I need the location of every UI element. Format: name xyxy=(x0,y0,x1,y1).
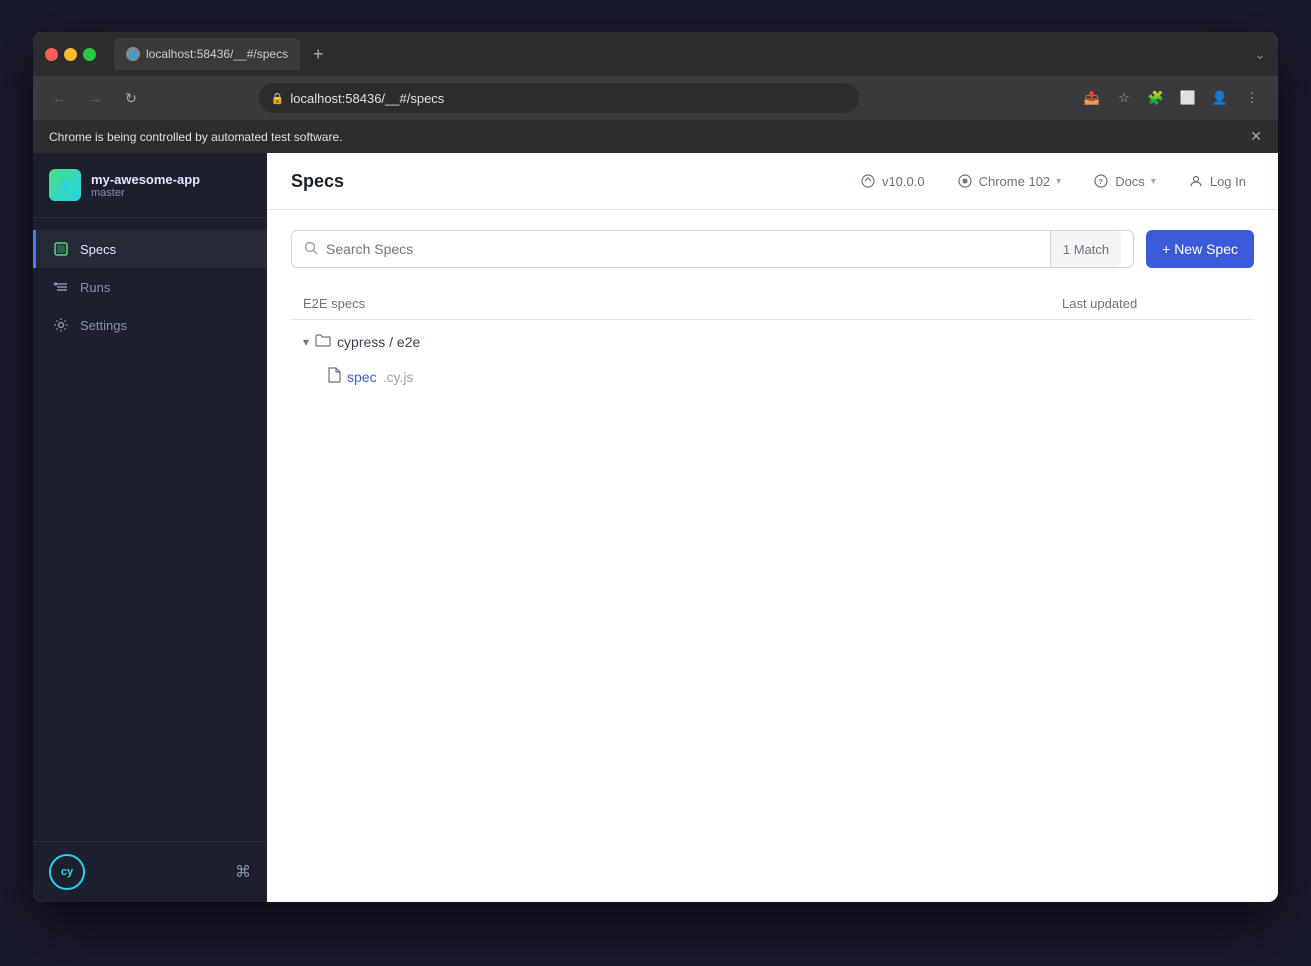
active-tab[interactable]: 🌐 localhost:58436/__#/specs xyxy=(114,38,300,70)
page-title: Specs xyxy=(291,171,344,192)
docs-button[interactable]: ? Docs ▾ xyxy=(1085,169,1164,193)
sidebar-item-settings[interactable]: Settings xyxy=(33,306,267,344)
match-badge: 1 Match xyxy=(1050,231,1121,267)
specs-content: 1 Match + New Spec E2E specs Last update… xyxy=(267,210,1278,902)
app-name-block: my-awesome-app master xyxy=(91,172,200,199)
sidebar-nav: Specs Runs xyxy=(33,218,267,841)
app-name: my-awesome-app xyxy=(91,172,200,187)
minimize-button[interactable] xyxy=(64,48,77,61)
automation-banner: Chrome is being controlled by automated … xyxy=(33,120,1278,153)
search-bar[interactable]: 1 Match xyxy=(291,230,1134,268)
upload-icon[interactable]: 📤 xyxy=(1078,84,1106,112)
automation-banner-text: Chrome is being controlled by automated … xyxy=(49,130,342,144)
app-content: my-awesome-app master Specs xyxy=(33,153,1278,902)
profile-icon[interactable]: 👤 xyxy=(1206,84,1234,112)
close-button[interactable] xyxy=(45,48,58,61)
split-screen-icon[interactable]: ⬜ xyxy=(1174,84,1202,112)
address-text: localhost:58436/__#/specs xyxy=(290,91,444,106)
settings-label: Settings xyxy=(80,318,127,333)
login-icon xyxy=(1188,173,1204,189)
browser-button[interactable]: Chrome 102 ▾ xyxy=(949,169,1070,193)
tab-favicon: 🌐 xyxy=(126,47,140,61)
sidebar-footer: cy ⌘ xyxy=(33,841,267,902)
runs-icon xyxy=(52,278,70,296)
tab-label: localhost:58436/__#/specs xyxy=(146,47,288,61)
sidebar-app-header: my-awesome-app master xyxy=(33,153,267,218)
runs-label: Runs xyxy=(80,280,110,295)
bookmark-icon[interactable]: ☆ xyxy=(1110,84,1138,112)
main-panel: Specs v10.0.0 xyxy=(267,153,1278,902)
traffic-lights xyxy=(45,48,96,61)
header-actions: v10.0.0 Chrome 102 ▾ xyxy=(852,169,1254,193)
svg-text:?: ? xyxy=(1099,179,1103,186)
sidebar-item-runs[interactable]: Runs xyxy=(33,268,267,306)
main-header: Specs v10.0.0 xyxy=(267,153,1278,210)
specs-label: Specs xyxy=(80,242,116,257)
spec-file-row[interactable]: spec .cy.js xyxy=(291,359,1254,394)
address-bar[interactable]: 🔒 localhost:58436/__#/specs xyxy=(259,83,859,113)
browser-toolbar: ← → ↻ 🔒 localhost:58436/__#/specs 📤 ☆ 🧩 … xyxy=(33,76,1278,120)
settings-icon xyxy=(52,316,70,334)
docs-icon: ? xyxy=(1093,173,1109,189)
col-last-updated: Last updated xyxy=(1062,296,1242,311)
col-e2e-specs: E2E specs xyxy=(303,296,1062,311)
reload-button[interactable]: ↻ xyxy=(117,84,145,112)
file-icon xyxy=(327,367,341,386)
search-icon xyxy=(304,241,318,258)
app-icon xyxy=(49,169,81,201)
chevron-down-icon: ▾ xyxy=(303,335,309,349)
close-icon[interactable]: ✕ xyxy=(1250,128,1262,145)
login-button[interactable]: Log In xyxy=(1180,169,1254,193)
search-bar-row: 1 Match + New Spec xyxy=(291,230,1254,268)
lock-icon: 🔒 xyxy=(271,92,285,105)
version-button[interactable]: v10.0.0 xyxy=(852,169,933,193)
search-input[interactable] xyxy=(326,241,1042,257)
tab-bar: 🌐 localhost:58436/__#/specs + xyxy=(114,38,1246,70)
sidebar-item-specs[interactable]: Specs xyxy=(33,230,267,268)
browser-icon xyxy=(957,173,973,189)
toolbar-actions: 📤 ☆ 🧩 ⬜ 👤 ⋮ xyxy=(1078,84,1266,112)
menu-icon[interactable]: ⋮ xyxy=(1238,84,1266,112)
maximize-button[interactable] xyxy=(83,48,96,61)
browser-label: Chrome 102 xyxy=(979,174,1051,189)
version-label: v10.0.0 xyxy=(882,174,925,189)
docs-label: Docs xyxy=(1115,174,1145,189)
folder-name: cypress / e2e xyxy=(337,334,420,350)
spec-extension: .cy.js xyxy=(383,369,414,385)
specs-icon xyxy=(52,240,70,258)
folder-row[interactable]: ▾ cypress / e2e xyxy=(291,324,1254,359)
sidebar: my-awesome-app master Specs xyxy=(33,153,267,902)
browser-titlebar: 🌐 localhost:58436/__#/specs + ⌄ xyxy=(33,32,1278,76)
specs-table-header: E2E specs Last updated xyxy=(291,288,1254,320)
login-label: Log In xyxy=(1210,174,1246,189)
spec-name: spec xyxy=(347,369,377,385)
extensions-icon[interactable]: 🧩 xyxy=(1142,84,1170,112)
docs-chevron-icon: ▾ xyxy=(1151,176,1156,187)
app-branch: master xyxy=(91,187,200,199)
chevron-down-icon: ⌄ xyxy=(1254,46,1266,63)
cypress-logo: cy xyxy=(49,854,85,890)
back-button[interactable]: ← xyxy=(45,84,73,112)
new-spec-button[interactable]: + New Spec xyxy=(1146,230,1254,268)
keyboard-shortcut-icon[interactable]: ⌘ xyxy=(235,862,251,882)
folder-icon xyxy=(315,332,331,351)
browser-chevron-icon: ▾ xyxy=(1056,176,1061,187)
version-icon xyxy=(860,173,876,189)
new-tab-button[interactable]: + xyxy=(304,40,332,68)
forward-button[interactable]: → xyxy=(81,84,109,112)
